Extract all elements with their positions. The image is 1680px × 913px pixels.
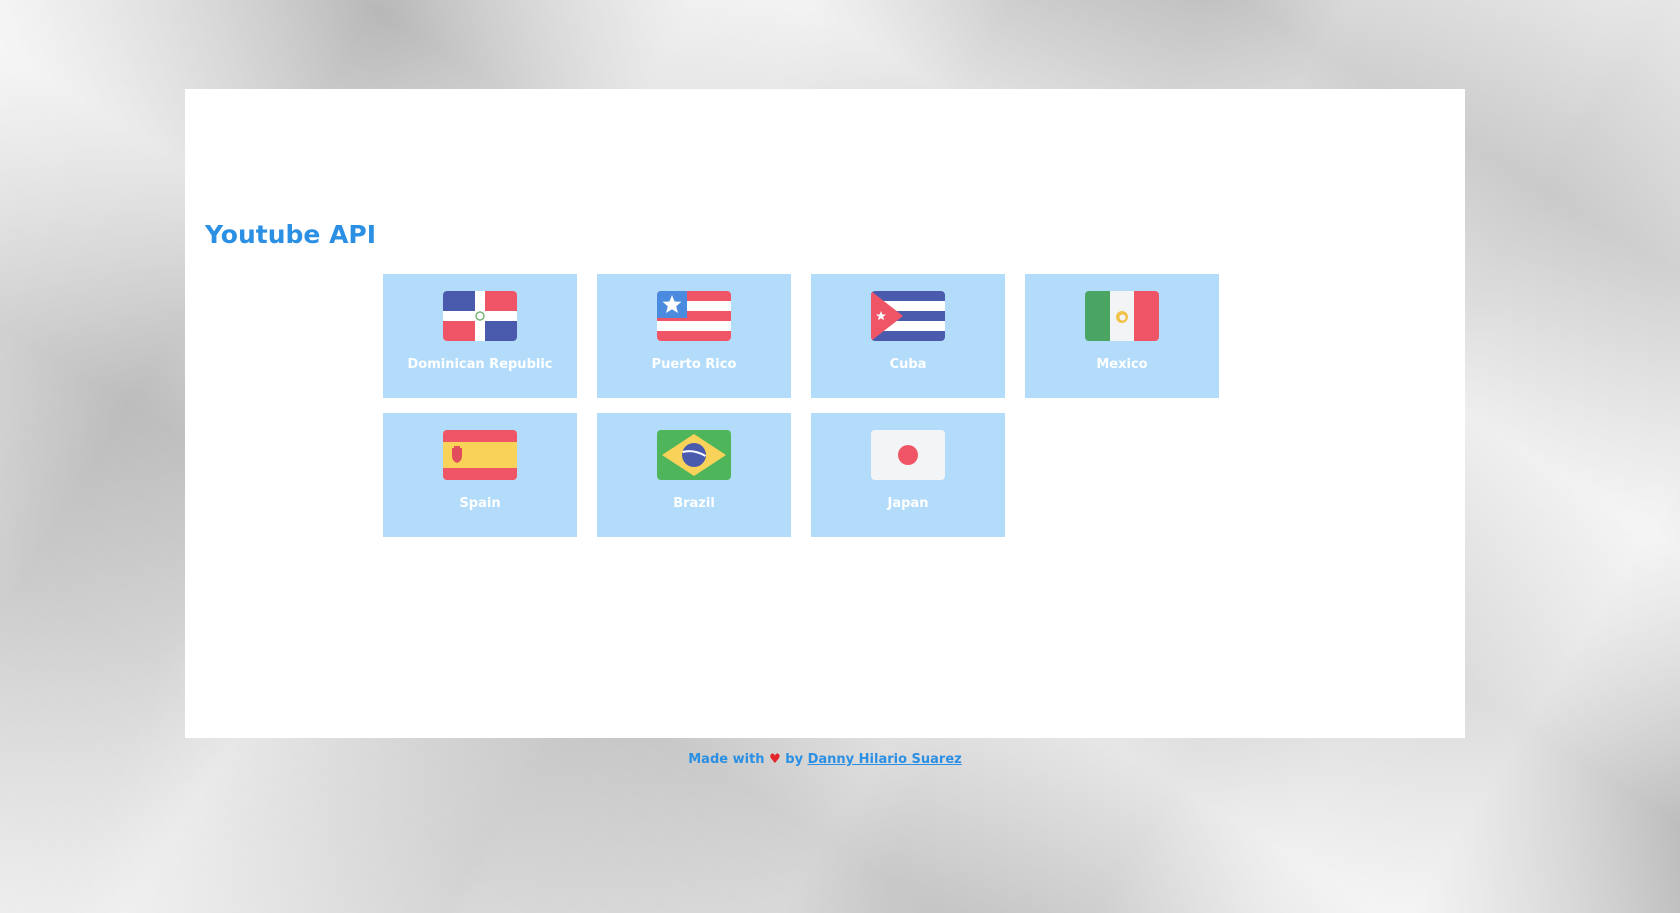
footer: Made with ♥ by Danny Hilario Suarez <box>0 752 1650 767</box>
page-title: Youtube API <box>205 220 377 249</box>
spain-flag-icon <box>443 430 517 480</box>
cuba-flag-icon <box>871 291 945 341</box>
footer-text: Made with <box>688 752 765 767</box>
country-card-brazil[interactable]: Brazil <box>597 413 791 537</box>
country-label: Brazil <box>673 496 715 511</box>
brazil-flag-icon <box>657 430 731 480</box>
country-card-cuba[interactable]: Cuba <box>811 274 1005 398</box>
country-label: Cuba <box>889 357 927 372</box>
country-label: Japan <box>887 496 929 511</box>
country-label: Puerto Rico <box>651 357 737 372</box>
country-card-dominican-republic[interactable]: Dominican Republic <box>383 274 577 398</box>
mexico-flag-icon <box>1085 291 1159 341</box>
footer-by: by <box>785 752 804 767</box>
heart-icon: ♥ <box>769 752 781 767</box>
dominican-republic-flag-icon <box>443 291 517 341</box>
author-link[interactable]: Danny Hilario Suarez <box>808 752 962 767</box>
country-label: Spain <box>459 496 501 511</box>
puerto-rico-flag-icon <box>657 291 731 341</box>
country-card-spain[interactable]: Spain <box>383 413 577 537</box>
country-grid: Dominican Republic Puerto Rico Cuba Mexi… <box>383 274 1219 537</box>
country-card-puerto-rico[interactable]: Puerto Rico <box>597 274 791 398</box>
japan-flag-icon <box>871 430 945 480</box>
country-card-japan[interactable]: Japan <box>811 413 1005 537</box>
main-panel: Youtube API Dominican Republic Puerto Ri… <box>185 89 1465 738</box>
country-card-mexico[interactable]: Mexico <box>1025 274 1219 398</box>
country-label: Dominican Republic <box>407 357 553 372</box>
country-label: Mexico <box>1096 357 1148 372</box>
